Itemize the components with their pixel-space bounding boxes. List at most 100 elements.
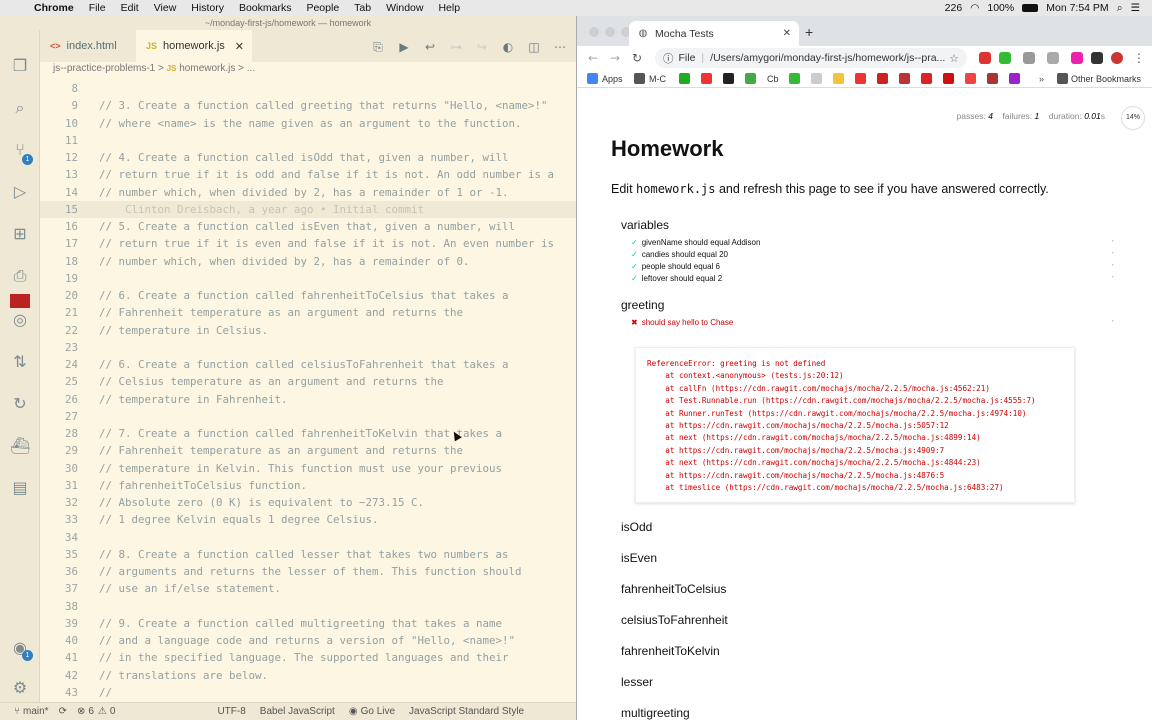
red-extension-icon[interactable] [10,294,30,308]
code-line[interactable]: 32 // Absolute zero (0 K) is equivalent t… [40,494,576,511]
back-icon[interactable]: ← [585,50,601,66]
menu-window[interactable]: Window [380,2,432,14]
tab-index-html[interactable]: <> index.html [40,30,136,62]
code-line[interactable]: 37 // use an if/else statement. [40,580,576,597]
bookmark-favicon-3[interactable] [745,73,756,84]
run-icon[interactable]: ▶ [396,39,412,55]
menu-people[interactable]: People [300,2,348,14]
extensions-icon[interactable]: ⊞ [10,224,30,244]
suite-title[interactable]: multigreeting [621,706,690,720]
go-live-icon[interactable]: ◉ [349,706,358,717]
forward-icon[interactable]: → [607,50,623,66]
code-line[interactable]: 12 // 4. Create a function called isOdd t… [40,149,576,166]
error-count[interactable]: 6 [88,706,94,717]
failed-test-item[interactable]: ✖ should say hello to Chase [631,318,733,327]
timeline-icon[interactable]: ◐ [500,39,516,55]
wifi-icon[interactable]: ◠ [970,2,979,14]
replay-icon[interactable]: ‣ [1111,262,1115,269]
tab-homework-js[interactable]: JS homework.js ✕ [136,30,252,62]
breadcrumb-more[interactable]: ... [247,63,255,74]
code-line[interactable]: 39 // 9. Create a function called multigr… [40,615,576,632]
code-line[interactable]: 22 // temperature in Celsius. [40,322,576,339]
code-line[interactable]: 27 [40,408,576,425]
menu-app-chrome[interactable]: Chrome [28,2,83,14]
code-line[interactable]: 19 [40,270,576,287]
git-branch[interactable]: main* [23,706,49,717]
bookmark-other-bookmarks[interactable]: Other Bookmarks [1071,73,1141,85]
error-icon[interactable]: ⊗ [77,706,85,717]
split-editor-icon[interactable]: ◫ [526,39,542,55]
menu-help[interactable]: Help [432,2,469,14]
more-bookmarks-icon[interactable]: » [1039,73,1044,85]
extension-icon-4[interactable] [1047,52,1059,64]
run-debug-icon[interactable]: ▷ [10,182,30,202]
test-item[interactable]: ✓ givenName should equal Addison [631,238,760,247]
suite-title[interactable]: fahrenheitToCelsius [621,582,726,596]
breadcrumb-file[interactable]: homework.js [179,63,235,74]
more-actions-icon[interactable]: ⋯ [552,39,568,55]
code-line[interactable]: 34 [40,529,576,546]
chrome-menu-icon[interactable]: ⋮ [1131,50,1147,66]
replay-icon[interactable]: ‣ [1111,250,1115,257]
menu-file[interactable]: File [83,2,115,14]
branch-icon[interactable]: ⑂ [14,706,20,717]
code-line[interactable]: 20 // 6. Create a function called fahrenh… [40,287,576,304]
suite-variables[interactable]: variables [621,218,669,232]
notes-icon[interactable]: ▤ [10,478,30,498]
code-line[interactable]: 33 // 1 degree Kelvin equals 1 degree Cel… [40,511,576,528]
code-line[interactable]: 10 // where <name> is the name given as a… [40,115,576,132]
menu-edit[interactable]: Edit [115,2,148,14]
sync-icon[interactable]: ⟳ [59,706,67,717]
pull-request-icon[interactable]: ⇅ [10,352,30,372]
code-line[interactable]: 28 // 7. Create a function called fahrenh… [40,425,576,442]
chrome-tab-mocha-tests[interactable]: ◍ Mocha Tests ✕ [629,21,799,46]
code-line[interactable]: 14 // number which, when divided by 2, ha… [40,184,576,201]
code-line[interactable]: 18 // number which, when divided by 2, ha… [40,253,576,270]
bookmark-star-icon[interactable]: ☆ [949,52,959,65]
passes-label[interactable]: passes: [957,111,986,121]
bookmark-favicon-10[interactable] [943,73,954,84]
address-bar[interactable]: ⓘ File | /Users/amygori/monday-first-js/… [655,48,967,68]
extension-icon-3[interactable] [1023,52,1035,64]
code-line[interactable]: 21 // Fahrenheit temperature as an argume… [40,304,576,321]
suite-title[interactable]: isEven [621,551,657,565]
code-line[interactable]: 8 [40,80,576,97]
suite-greeting[interactable]: greeting [621,298,664,312]
close-icon[interactable]: ✕ [783,28,791,39]
remote-explorer-icon[interactable]: ◎ [10,310,30,330]
close-icon[interactable]: ✕ [235,40,244,53]
extension-icon-1[interactable] [979,52,991,64]
bookmark-favicon-11[interactable] [965,73,976,84]
code-line[interactable]: 38 [40,598,576,615]
bookmark-cb[interactable]: Cb [767,73,779,85]
next-change-icon[interactable]: ↪ [474,39,490,55]
git-blame-annotation[interactable]: 15 Clinton Dreisbach, a year ago • Initi… [40,200,576,218]
test-item[interactable]: ✓ leftover should equal 2 [631,274,722,283]
menu-tab[interactable]: Tab [348,2,380,14]
suite-title[interactable]: fahrenheitToKelvin [621,644,720,658]
code-line[interactable]: 9 // 3. Create a function called greeting… [40,97,576,114]
extensions-puzzle-icon[interactable] [1091,52,1103,64]
menu-view[interactable]: View [148,2,186,14]
code-line[interactable]: 40 // and a language code and returns a v… [40,632,576,649]
code-line[interactable]: 43 // [40,684,576,701]
bookmark-favicon-8[interactable] [899,73,910,84]
bookmark-favicon-5[interactable] [811,73,822,84]
bookmark-m-c[interactable]: M-C [649,73,666,85]
previous-change-icon[interactable]: ↩ [422,39,438,55]
code-line[interactable]: 35 // 8. Create a function called lesser … [40,546,576,563]
code-line[interactable]: 11 [40,132,576,149]
test-item[interactable]: ✓ candies should equal 20 [631,250,728,259]
bookmark-apps[interactable]: Apps [602,73,623,85]
language-mode[interactable]: Babel JavaScript [260,706,335,717]
bookmark-favicon-2[interactable] [701,73,712,84]
bookmark-favicon-6[interactable] [855,73,866,84]
apps-grid-icon[interactable] [587,73,598,84]
replay-icon[interactable]: ‣ [1111,318,1115,325]
clock[interactable]: Mon 7:54 PM [1046,2,1108,14]
battery-percent[interactable]: 100% [987,2,1014,14]
code-line[interactable]: 31 // fahrenheitToCelsius function. [40,477,576,494]
menu-bookmarks[interactable]: Bookmarks [233,2,301,14]
breadcrumb-folder[interactable]: js--practice-problems-1 [53,63,155,74]
info-icon[interactable]: ⓘ [663,51,674,66]
